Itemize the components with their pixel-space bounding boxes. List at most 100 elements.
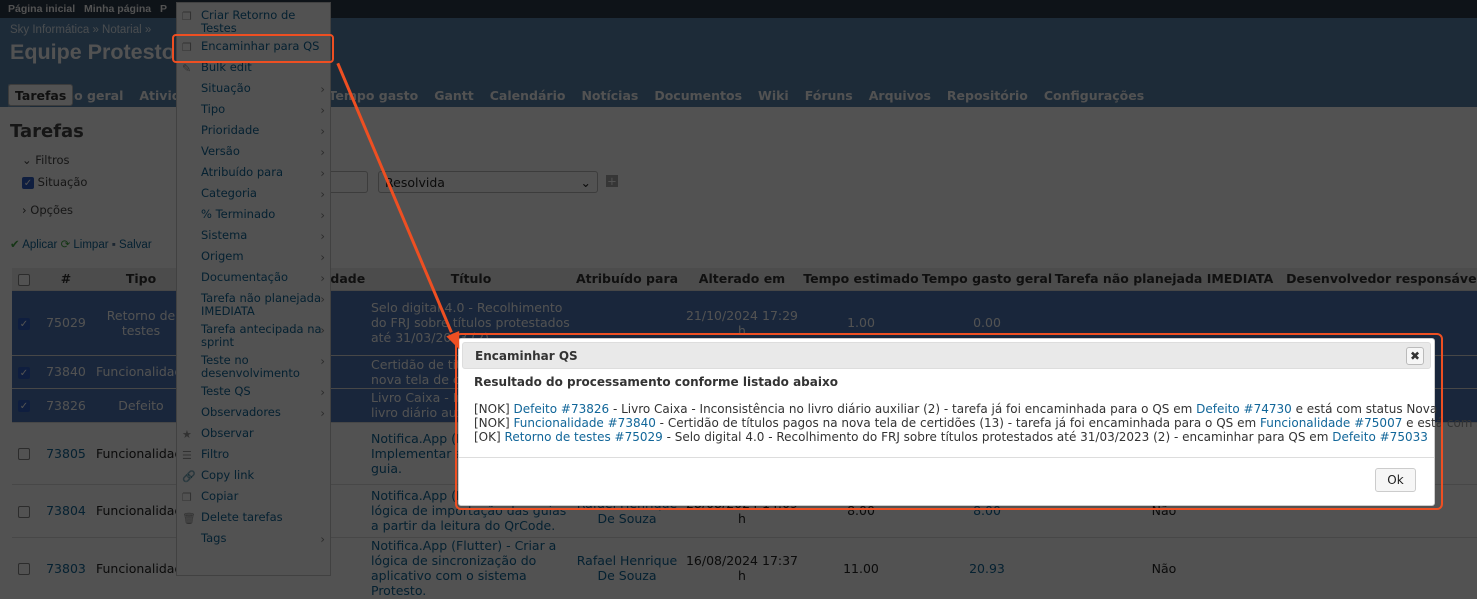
context-menu-item[interactable]: ★ Observar [177, 425, 330, 446]
row-checkbox[interactable] [18, 563, 30, 576]
context-menu-item[interactable]: 🗑 Delete tarefas [177, 509, 330, 530]
context-menu-item[interactable]: Categoria › [177, 185, 330, 206]
tab-item[interactable]: Tarefas [8, 84, 74, 106]
row-checkbox[interactable] [18, 505, 30, 518]
context-menu-item[interactable]: Atribuído para › [177, 164, 330, 185]
context-menu-item[interactable]: Tipo › [177, 101, 330, 122]
row-checkbox[interactable]: ✓ [18, 317, 30, 330]
tab-item[interactable]: Documentos [646, 84, 750, 107]
context-menu-item[interactable]: ✎ Bulk edit [177, 59, 330, 80]
select-value: Resolvida [385, 175, 445, 190]
context-menu-item[interactable]: Tarefa não planejada IMEDIATA › [177, 290, 330, 321]
tab-item[interactable]: Configurações [1036, 84, 1152, 107]
options-toggle[interactable]: › Opções [22, 203, 73, 217]
issue-link[interactable]: Defeito #73826 [513, 402, 609, 416]
tab-item[interactable]: Tempo gasto [321, 84, 427, 107]
tab-item[interactable]: Arquivos [861, 84, 939, 107]
issue-id-link[interactable]: 73805 [36, 421, 96, 484]
menu-item-label: Teste QS [201, 384, 251, 398]
save-button[interactable]: Salvar [119, 239, 152, 251]
chevron-right-icon: › [320, 82, 325, 96]
tab-item[interactable]: Fóruns [797, 84, 861, 107]
add-filter-icon[interactable]: + [606, 175, 618, 187]
column-header[interactable]: Tempo gasto geral [921, 268, 1053, 290]
row-checkbox[interactable] [18, 448, 30, 460]
menu-item-label: Categoria [201, 186, 257, 200]
target-issue-link[interactable]: Funcionalidade #75007 [1260, 416, 1402, 430]
result-status: [NOK] [474, 402, 510, 416]
tab-item[interactable]: Gantt [426, 84, 482, 107]
filters-label: Filtros [35, 153, 70, 167]
context-menu-item[interactable]: Origem › [177, 248, 330, 269]
issue-type: Funcionalidade [96, 483, 186, 537]
target-issue-link[interactable]: Defeito #75033 [1332, 430, 1428, 444]
chevron-right-icon: › [320, 124, 325, 138]
close-icon[interactable]: ✖ [1406, 347, 1424, 365]
column-header[interactable]: Título [371, 268, 571, 290]
ok-button[interactable]: Ok [1375, 468, 1416, 492]
issue-link[interactable]: Funcionalidade #73840 [513, 416, 655, 430]
row-checkbox[interactable]: ✓ [18, 366, 30, 379]
context-menu-item[interactable]: ❐ Encaminhar para QS [177, 38, 330, 59]
column-header[interactable]: Tempo estimado [801, 268, 921, 290]
tab-item[interactable]: Calendário [482, 84, 574, 107]
chevron-right-icon: › [320, 323, 325, 337]
context-menu-item[interactable]: 🔗 Copy link [177, 467, 330, 488]
context-menu-item[interactable]: Teste no desenvolvimento › [177, 352, 330, 383]
chevron-right-icon: › [320, 354, 325, 368]
context-menu-item[interactable]: Versão › [177, 143, 330, 164]
menu-item-label: Observadores [201, 405, 281, 419]
issue-id-link[interactable]: 73826 [36, 387, 96, 422]
menu-item-label: Teste no desenvolvimento [201, 353, 300, 380]
context-menu-item[interactable]: Sistema › [177, 227, 330, 248]
result-tail: e está com status Nova [1291, 402, 1438, 416]
context-menu-item[interactable]: ❐ Criar Retorno de Testes [177, 7, 330, 38]
issue-link[interactable]: Retorno de testes #75029 [505, 430, 663, 444]
issue-id-link[interactable]: 75029 [36, 289, 96, 355]
context-menu-item[interactable]: ❐ Copiar [177, 488, 330, 509]
context-menu-item[interactable]: Teste QS › [177, 383, 330, 404]
target-issue-link[interactable]: Defeito #74730 [1196, 402, 1292, 416]
column-header[interactable]: Desenvolvedor responsável [1275, 268, 1477, 290]
result-tail: e está com status Nova [1406, 416, 1477, 430]
issue-title-link[interactable]: Notifica.App (Flutter) - Criar a lógica … [371, 536, 571, 599]
context-menu-item[interactable]: Documentação › [177, 269, 330, 290]
column-header[interactable]: Alterado em [683, 268, 801, 290]
column-header[interactable]: Tipo [96, 268, 186, 290]
dialog-title: Encaminhar QS [475, 349, 578, 363]
row-select-cell: ✓ [12, 387, 36, 422]
issue-id-link[interactable]: 73803 [36, 536, 96, 599]
filters-toggle[interactable]: ⌄ Filtros [22, 153, 69, 167]
context-menu-item[interactable]: Tags › [177, 530, 330, 551]
star-icon: ★ [182, 428, 192, 441]
context-menu-item[interactable]: ☰ Filtro [177, 446, 330, 467]
topbar-home-link[interactable]: Página inicial [8, 3, 75, 15]
tab-item[interactable]: Repositório [939, 84, 1036, 107]
issue-id-link[interactable]: 73804 [36, 483, 96, 537]
clear-button[interactable]: Limpar [73, 239, 108, 251]
context-menu-item[interactable]: Tarefa antecipada na sprint › [177, 321, 330, 352]
menu-item-label: Documentação [201, 270, 289, 284]
assignee-cell[interactable]: Rafael Henrique De Souza [571, 536, 683, 599]
row-checkbox[interactable]: ✓ [18, 400, 30, 412]
issue-id-link[interactable]: 73840 [36, 354, 96, 388]
column-header[interactable]: Tarefa não planejada IMEDIATA [1053, 268, 1275, 290]
context-menu-item[interactable]: Observadores › [177, 404, 330, 425]
menu-item-label: Tags [201, 531, 227, 545]
context-menu-item[interactable]: % Terminado › [177, 206, 330, 227]
apply-button[interactable]: Aplicar [22, 239, 57, 251]
context-menu-item[interactable]: Prioridade › [177, 122, 330, 143]
spent-time-cell[interactable]: 20.93 [921, 536, 1053, 599]
topbar-mypage-link[interactable]: Minha página [84, 3, 151, 15]
checkbox[interactable]: ✓ [22, 176, 34, 189]
tab-item[interactable]: Notícias [573, 84, 646, 107]
filter-status[interactable]: ✓ Situação [22, 175, 87, 189]
breadcrumb[interactable]: Sky Informática » Notarial » [10, 24, 151, 36]
context-menu-item[interactable]: Situação › [177, 80, 330, 101]
status-value-select[interactable]: Resolvida ⌄ [378, 171, 598, 193]
topbar-projects-link[interactable]: P [160, 3, 167, 15]
column-header[interactable]: Atribuído para [571, 268, 683, 290]
tab-item[interactable]: Wiki [750, 84, 797, 107]
select-all-checkbox[interactable] [18, 273, 30, 286]
column-header[interactable]: # [36, 268, 96, 290]
